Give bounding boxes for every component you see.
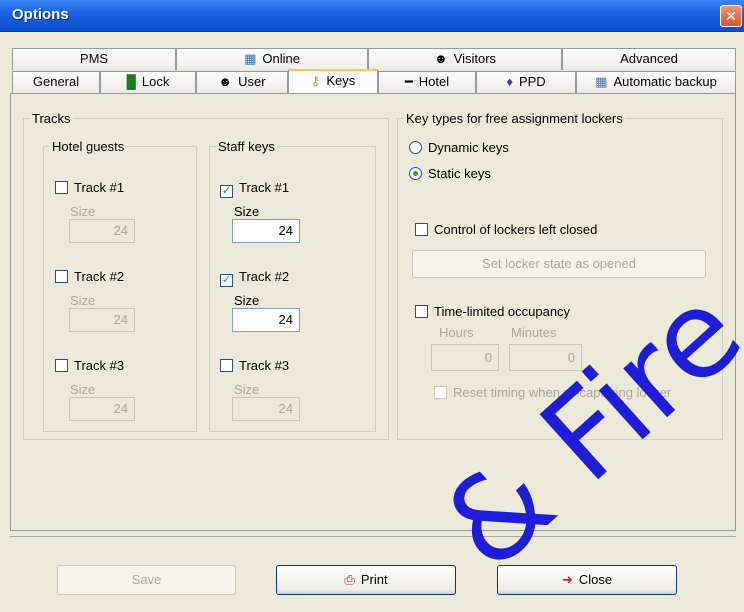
- tab-label: General: [32, 74, 80, 89]
- hotel-track1-checkbox[interactable]: Track #1: [55, 180, 124, 198]
- control-lockers-closed-checkbox[interactable]: Control of lockers left closed: [415, 222, 597, 240]
- radio-circle: [409, 167, 422, 180]
- staff-track3-size[interactable]: 24: [232, 397, 300, 421]
- lock-icon: █: [126, 74, 136, 89]
- bed-icon: ━: [404, 74, 413, 89]
- hotel-track3-checkbox[interactable]: Track #3: [55, 358, 124, 376]
- hotel-track2-size[interactable]: 24: [69, 308, 135, 332]
- size-label: Size: [234, 204, 260, 219]
- visitors-icon: ☻: [433, 51, 448, 66]
- tab-label: Lock: [141, 74, 170, 89]
- tab-label: Online: [262, 51, 300, 66]
- tab-label: PMS: [79, 51, 109, 66]
- size-label: Size: [234, 382, 260, 397]
- print-button[interactable]: ⎙ Print: [276, 565, 456, 595]
- checkbox-label: Track #1: [239, 180, 290, 195]
- radio-label: Static keys: [428, 166, 491, 181]
- tab-pms[interactable]: PMS: [12, 48, 176, 70]
- staff-track1-size[interactable]: 24: [232, 219, 300, 243]
- print-button-label: Print: [360, 572, 388, 587]
- close-icon[interactable]: ✕: [720, 5, 742, 27]
- hotel-track2-checkbox[interactable]: Track #2: [55, 269, 124, 287]
- keys-icon: ⚷: [310, 73, 321, 88]
- dynamic-keys-radio[interactable]: Dynamic keys: [409, 140, 509, 158]
- tracks-group-label: Tracks: [30, 111, 73, 126]
- checkbox-box: [220, 359, 233, 372]
- tab-advanced[interactable]: Advanced: [562, 48, 736, 70]
- tab-lock[interactable]: █ Lock: [100, 71, 196, 93]
- tab-label: Advanced: [620, 51, 678, 66]
- checkbox-label: Track #2: [239, 269, 290, 284]
- checkbox-box: [415, 305, 428, 318]
- size-label: Size: [70, 204, 96, 219]
- check-icon: ✓: [220, 185, 233, 198]
- tracks-group: Tracks Hotel guests Track #1 Size 24 Tra…: [23, 111, 389, 440]
- checkbox-label: Track #1: [74, 180, 125, 195]
- tab-ppd[interactable]: ♦ PPD: [476, 71, 576, 93]
- tab-hotel[interactable]: ━ Hotel: [378, 71, 476, 93]
- checkbox-label: Track #3: [74, 358, 125, 373]
- user-icon: ☻: [218, 74, 233, 89]
- tab-label: User: [238, 74, 266, 89]
- checkbox-label: Time-limited occupancy: [434, 304, 571, 319]
- options-window: Options ✕ PMS ▦ Online ☻ Visitors Advanced…: [0, 0, 744, 612]
- tab-visitors[interactable]: ☻ Visitors: [368, 48, 562, 70]
- staff-track2-size[interactable]: 24: [232, 308, 300, 332]
- tab-keys[interactable]: ⚷ Keys: [288, 69, 378, 93]
- checkbox-box: [55, 359, 68, 372]
- radio-circle: [409, 141, 422, 154]
- staff-track2-checkbox[interactable]: ✓ Track #2: [220, 269, 289, 287]
- minutes-label: Minutes: [511, 325, 557, 340]
- tab-label: Hotel: [418, 74, 450, 89]
- checkbox-label: Control of lockers left closed: [434, 222, 598, 237]
- save-button[interactable]: Save: [57, 565, 236, 595]
- check-icon: ✓: [220, 274, 233, 287]
- staff-track1-checkbox[interactable]: ✓ Track #1: [220, 180, 289, 198]
- tab-label: Automatic backup: [613, 74, 717, 89]
- hotel-guests-group: Hotel guests Track #1 Size 24 Track #2 S…: [43, 139, 197, 432]
- tab-user[interactable]: ☻ User: [196, 71, 288, 93]
- hours-field[interactable]: 0: [431, 344, 499, 371]
- size-label: Size: [70, 382, 96, 397]
- hotel-track3-size[interactable]: 24: [69, 397, 135, 421]
- hotel-track1-size[interactable]: 24: [69, 219, 135, 243]
- tab-automatic-backup[interactable]: ▦ Automatic backup: [576, 71, 736, 93]
- checkbox-label: Track #3: [239, 358, 290, 373]
- staff-keys-label: Staff keys: [216, 139, 277, 154]
- network-icon: ▦: [244, 51, 257, 66]
- tab-label: PPD: [518, 74, 546, 89]
- tab-label: Keys: [326, 73, 356, 88]
- checkbox-box: [55, 270, 68, 283]
- calendar-icon: ▦: [595, 74, 608, 89]
- exit-icon: ➜: [561, 572, 573, 587]
- hotel-guests-label: Hotel guests: [50, 139, 127, 154]
- staff-track3-checkbox[interactable]: Track #3: [220, 358, 289, 376]
- tab-online[interactable]: ▦ Online: [176, 48, 368, 70]
- static-keys-radio[interactable]: Static keys: [409, 166, 491, 184]
- window-title: Options: [12, 6, 69, 23]
- checkbox-label: Track #2: [74, 269, 125, 284]
- size-label: Size: [70, 293, 96, 308]
- ppd-icon: ♦: [506, 74, 513, 89]
- tab-label: Visitors: [453, 51, 497, 66]
- tab-general[interactable]: General: [12, 71, 100, 93]
- hours-label: Hours: [439, 325, 474, 340]
- checkbox-box: [434, 386, 447, 399]
- radio-label: Dynamic keys: [428, 140, 509, 155]
- close-button-label: Close: [578, 572, 613, 587]
- locker-key-types-label: Key types for free assignment lockers: [404, 111, 625, 126]
- time-limited-checkbox[interactable]: Time-limited occupancy: [415, 304, 570, 322]
- size-label: Size: [234, 293, 260, 308]
- title-bar[interactable]: Options ✕: [0, 0, 744, 32]
- checkbox-box: [415, 223, 428, 236]
- staff-keys-group: Staff keys ✓ Track #1 Size 24 ✓ Track #2 S…: [209, 139, 376, 432]
- separator: [10, 536, 736, 537]
- checkbox-box: [55, 181, 68, 194]
- save-button-label: Save: [131, 572, 162, 587]
- printer-icon: ⎙: [344, 572, 355, 587]
